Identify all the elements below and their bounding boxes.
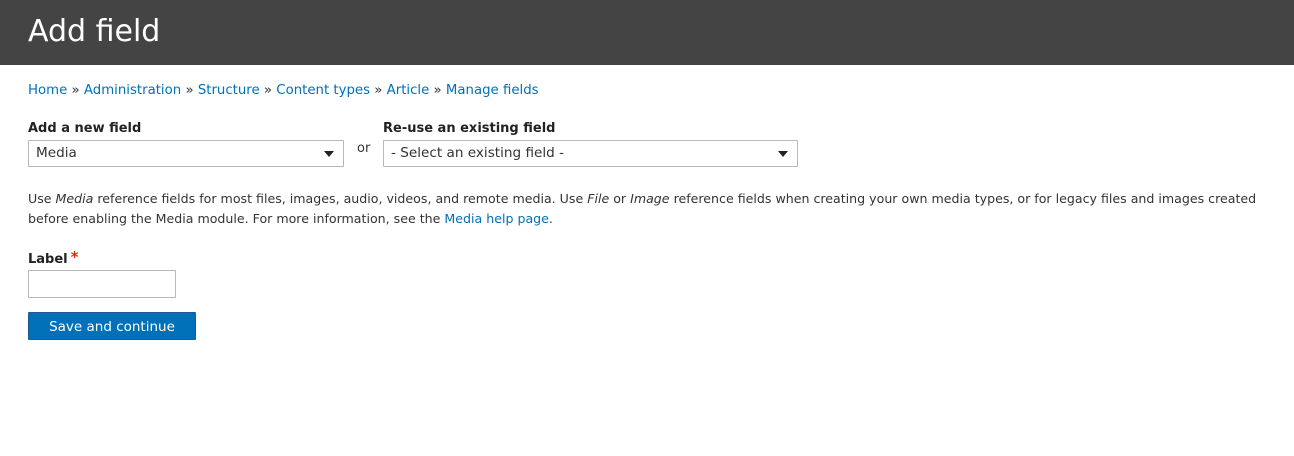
field-type-description: Use Media reference fields for most file… <box>28 191 1257 226</box>
add-new-field-select[interactable]: Media <box>28 140 344 167</box>
reuse-existing-field-label: Re-use an existing field <box>383 121 556 136</box>
add-new-field-label: Add a new field <box>28 121 142 136</box>
description-file-emphasis: File <box>587 191 610 206</box>
page-header: Add field <box>0 0 1294 65</box>
reuse-existing-field-select[interactable]: - Select an existing field - <box>383 140 798 167</box>
breadcrumb: Home » Administration » Structure » Cont… <box>28 82 539 100</box>
breadcrumb-separator: » <box>263 83 273 98</box>
reuse-existing-field-selected-value: - Select an existing field - <box>391 145 565 161</box>
breadcrumb-separator: » <box>433 83 442 98</box>
label-input[interactable] <box>28 270 176 298</box>
breadcrumb-link-manage-fields[interactable]: Manage fields <box>446 83 539 98</box>
breadcrumb-link-structure[interactable]: Structure <box>198 83 260 98</box>
page-title: Add field <box>28 14 161 49</box>
description-image-emphasis: Image <box>630 191 670 206</box>
required-marker: * <box>70 248 79 266</box>
breadcrumb-separator: » <box>185 83 194 98</box>
media-help-page-link[interactable]: Media help page <box>444 211 549 226</box>
breadcrumb-link-home[interactable]: Home <box>28 83 67 98</box>
breadcrumb-link-administration[interactable]: Administration <box>84 83 181 98</box>
add-new-field-selected-value: Media <box>36 145 77 161</box>
label-field-label: Label * <box>28 248 79 267</box>
chevron-down-icon <box>778 151 788 157</box>
save-and-continue-button[interactable]: Save and continue <box>28 312 196 340</box>
description-media-emphasis: Media <box>55 191 94 206</box>
breadcrumb-link-content-types[interactable]: Content types <box>276 83 370 98</box>
breadcrumb-separator: » <box>374 83 383 98</box>
chevron-down-icon <box>324 151 334 157</box>
breadcrumb-separator: » <box>71 83 80 98</box>
or-separator-text: or <box>357 141 371 156</box>
breadcrumb-link-article[interactable]: Article <box>387 83 430 98</box>
